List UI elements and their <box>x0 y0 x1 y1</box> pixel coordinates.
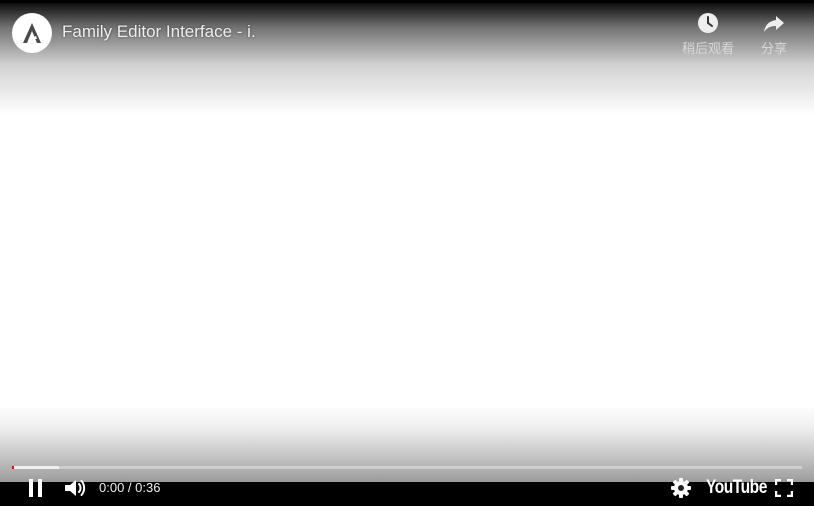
channel-avatar-a-logo <box>23 23 41 43</box>
watch-later-button[interactable]: 稍后观看 <box>678 12 738 57</box>
volume-button[interactable] <box>62 476 88 500</box>
watch-later-label: 稍后观看 <box>681 41 734 56</box>
share-label: 分享 <box>760 41 787 56</box>
share-button[interactable]: 分享 <box>754 12 794 57</box>
channel-avatar[interactable] <box>12 13 52 53</box>
pause-icon <box>29 479 42 497</box>
volume-icon <box>65 480 86 496</box>
time-display: 0:00 / 0:36 <box>99 480 161 495</box>
gear-icon <box>671 478 691 498</box>
settings-button[interactable] <box>668 476 694 500</box>
pause-button[interactable] <box>24 477 48 499</box>
progress-played <box>12 466 14 469</box>
clock-icon <box>698 13 718 33</box>
video-title-link[interactable]: Family Editor Interface - i. <box>62 22 256 42</box>
fullscreen-icon <box>775 479 793 497</box>
top-strip <box>0 0 814 3</box>
youtube-logo-link[interactable]: YouTube <box>706 477 767 499</box>
share-arrow-icon <box>764 16 784 32</box>
video-frame[interactable] <box>0 0 814 506</box>
fullscreen-button[interactable] <box>772 476 796 500</box>
progress-bar[interactable] <box>12 466 802 469</box>
progress-buffered <box>12 466 60 469</box>
video-player[interactable]: Family Editor Interface - i. 稍后观看 分享 0:0… <box>0 0 814 506</box>
